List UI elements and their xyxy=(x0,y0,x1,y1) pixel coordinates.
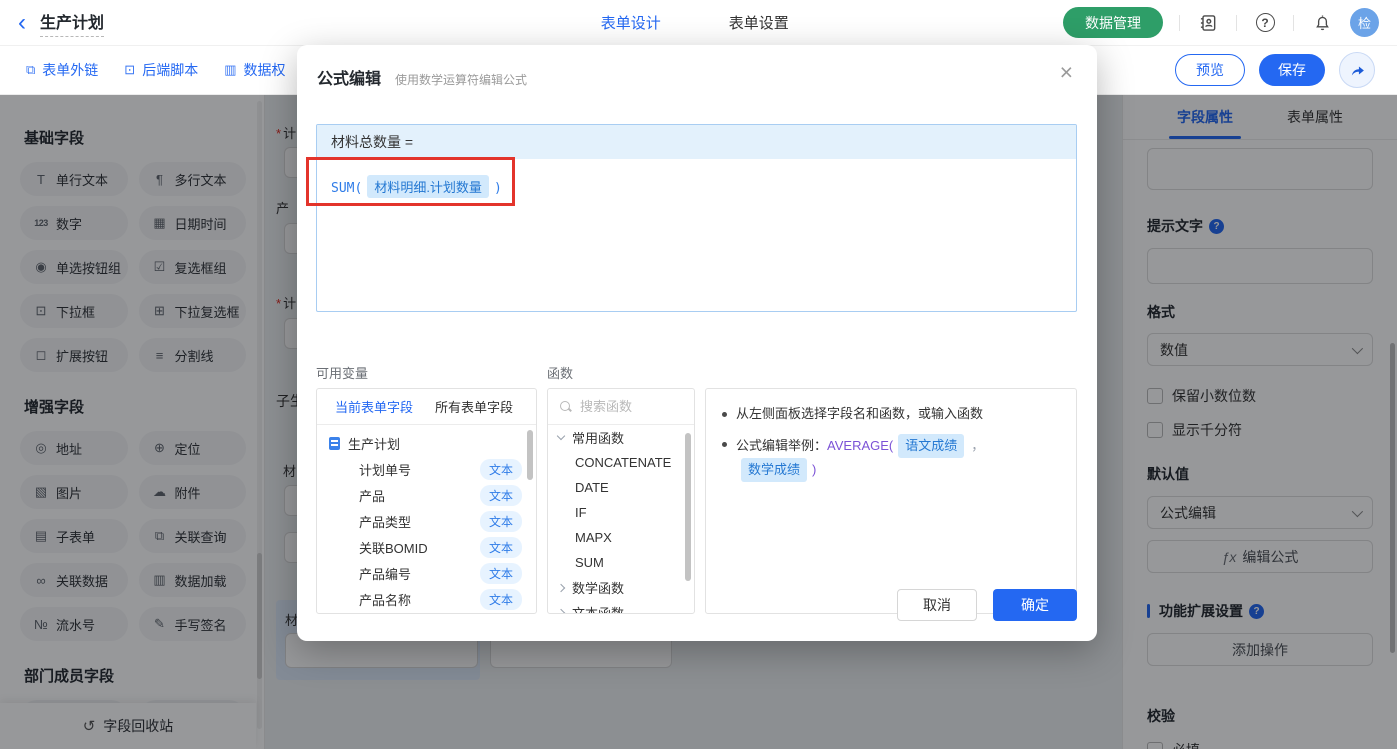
formula-function-close: ) xyxy=(493,181,502,196)
variable-row[interactable]: 产品名称 文本 xyxy=(317,586,536,612)
share-button[interactable] xyxy=(1339,52,1375,88)
type-tag: 文本 xyxy=(479,536,522,558)
help-example-prefix: 公式编辑举例： xyxy=(736,438,828,453)
tab-form-settings[interactable]: 表单设置 xyxy=(729,12,789,33)
variables-tree: 生产计划 计划单号 文本 产品 文本 产品类型 文本 关联BOMID 文本 产品编号 文本… xyxy=(317,425,536,613)
help-example-function-close: ) xyxy=(812,462,817,477)
divider xyxy=(1179,14,1180,31)
back-icon[interactable]: ‹ xyxy=(18,10,26,35)
tab-current-form-fields[interactable]: 当前表单字段 xyxy=(335,397,413,416)
chevron-right-icon xyxy=(556,608,566,613)
formula-target: 材料总数量 = xyxy=(317,125,1076,159)
form-title[interactable]: 生产计划 xyxy=(40,9,105,37)
help-example-token-2: 数学成绩 xyxy=(741,458,808,482)
notification-bell-icon[interactable] xyxy=(1310,11,1334,35)
modal-subtitle: 使用数学运算符编辑公式 xyxy=(395,73,528,87)
function-item-concatenate[interactable]: CONCATENATE xyxy=(548,450,694,475)
app-root: ‹ 生产计划 表单设计 表单设置 数据管理 ? 检 ⧉ 表单外链 ⊡ 后端脚本 … xyxy=(0,0,1397,749)
link-icon: ⧉ xyxy=(26,62,36,77)
help-example-function-open: AVERAGE( xyxy=(827,438,894,453)
form-doc-icon xyxy=(329,436,340,450)
bullet-icon xyxy=(722,442,727,447)
divider xyxy=(1293,14,1294,31)
variable-row[interactable]: 文本 xyxy=(317,612,536,613)
permission-icon: ▥ xyxy=(224,62,237,77)
help-example-comma: ， xyxy=(971,438,985,453)
search-icon xyxy=(560,400,572,413)
tree-root-form[interactable]: 生产计划 xyxy=(317,430,536,456)
variable-row[interactable]: 关联BOMID 文本 xyxy=(317,534,536,560)
function-search xyxy=(548,389,694,425)
close-icon[interactable]: × xyxy=(1060,61,1073,84)
header-tabs: 表单设计 表单设置 xyxy=(601,12,789,33)
variable-row[interactable]: 产品 文本 xyxy=(317,482,536,508)
function-group-text[interactable]: 文本函数 xyxy=(548,600,694,613)
help-line-2: 公式编辑举例：AVERAGE( 语文成绩 ， 数学成绩) xyxy=(722,434,1060,482)
top-header-bar: ‹ 生产计划 表单设计 表单设置 数据管理 ? 检 xyxy=(0,0,1397,46)
toolbar-link-backend-script[interactable]: ⊡ 后端脚本 xyxy=(124,60,198,80)
avatar[interactable]: 检 xyxy=(1350,8,1379,37)
function-item-sum[interactable]: SUM xyxy=(548,550,694,575)
tab-form-design[interactable]: 表单设计 xyxy=(601,12,661,33)
toolbar-link-data-permission[interactable]: ▥ 数据权 xyxy=(224,60,285,80)
function-item-if[interactable]: IF xyxy=(548,500,694,525)
modal-header: 公式编辑 使用数学运算符编辑公式 × xyxy=(297,45,1097,97)
formula-field-token[interactable]: 材料明细.计划数量 xyxy=(367,175,489,198)
bullet-icon xyxy=(722,412,727,417)
type-tag: 文本 xyxy=(479,484,522,506)
variable-row[interactable]: 产品编号 文本 xyxy=(317,560,536,586)
function-group-common[interactable]: 常用函数 xyxy=(548,425,694,450)
chevron-right-icon xyxy=(556,583,566,592)
variables-tabs: 当前表单字段 所有表单字段 xyxy=(317,389,536,425)
formula-help-panel: 从左侧面板选择字段名和函数，或输入函数 公式编辑举例：AVERAGE( 语文成绩 ，… xyxy=(705,388,1077,614)
script-icon: ⊡ xyxy=(124,62,136,77)
toolbar-actions: 预览 保存 xyxy=(1175,52,1375,88)
help-example-token-1: 语文成绩 xyxy=(898,434,965,458)
cancel-button[interactable]: 取消 xyxy=(897,589,977,621)
variable-row[interactable]: 计划单号 文本 xyxy=(317,456,536,482)
preview-button[interactable]: 预览 xyxy=(1175,54,1245,86)
header-actions: 数据管理 ? 检 xyxy=(1063,7,1379,38)
type-tag: 文本 xyxy=(479,588,522,610)
variables-scrollbar-thumb[interactable] xyxy=(527,430,533,480)
function-group-math[interactable]: 数学函数 xyxy=(548,575,694,600)
help-icon[interactable]: ? xyxy=(1253,11,1277,35)
type-tag: 文本 xyxy=(479,458,522,480)
contacts-icon[interactable] xyxy=(1196,11,1220,35)
divider xyxy=(1236,14,1237,31)
functions-label: 函数 xyxy=(547,366,574,381)
function-search-input[interactable] xyxy=(580,399,682,414)
formula-edit-modal: 公式编辑 使用数学运算符编辑公式 × 材料总数量 = SUM( 材料明细.计划数量… xyxy=(297,45,1097,641)
functions-panel: 常用函数 CONCATENATE DATE IF MAPX SUM 数学函数 文… xyxy=(547,388,695,614)
formula-editor[interactable]: 材料总数量 = SUM( 材料明细.计划数量) xyxy=(316,124,1077,312)
formula-function-open: SUM( xyxy=(331,181,363,196)
confirm-button[interactable]: 确定 xyxy=(993,589,1077,621)
variables-panel: 当前表单字段 所有表单字段 生产计划 计划单号 文本 产品 文本 产品类型 文本 关联… xyxy=(316,388,537,614)
functions-scrollbar-thumb[interactable] xyxy=(685,433,691,581)
save-button[interactable]: 保存 xyxy=(1259,54,1325,86)
type-tag: 文本 xyxy=(479,510,522,532)
type-tag: 文本 xyxy=(479,562,522,584)
modal-title: 公式编辑 xyxy=(317,71,382,88)
toolbar-link-external[interactable]: ⧉ 表单外链 xyxy=(26,60,98,80)
help-line-1: 从左侧面板选择字段名和函数，或输入函数 xyxy=(722,404,1060,424)
formula-expression[interactable]: SUM( 材料明细.计划数量) xyxy=(317,159,1076,214)
variables-label: 可用变量 xyxy=(316,366,369,381)
chevron-down-icon xyxy=(556,431,566,441)
variable-row[interactable]: 产品类型 文本 xyxy=(317,508,536,534)
function-item-date[interactable]: DATE xyxy=(548,475,694,500)
function-item-mapx[interactable]: MAPX xyxy=(548,525,694,550)
modal-footer: 取消 确定 xyxy=(897,589,1077,621)
data-manage-button[interactable]: 数据管理 xyxy=(1063,7,1163,38)
tab-all-form-fields[interactable]: 所有表单字段 xyxy=(435,397,513,416)
